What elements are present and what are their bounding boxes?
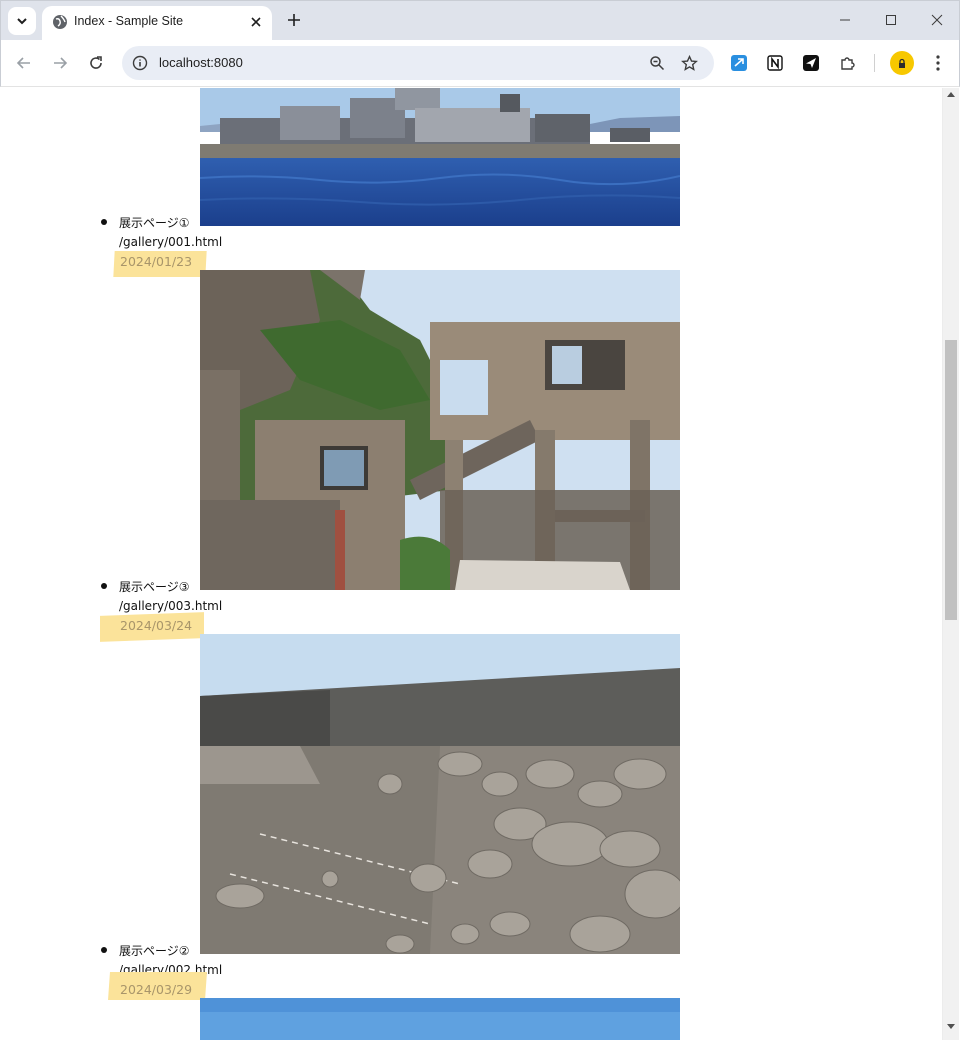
tab-close-button[interactable] — [246, 12, 266, 32]
gallery-photo-sky[interactable] — [200, 998, 680, 1040]
minimize-button[interactable] — [832, 9, 858, 31]
address-bar[interactable]: localhost:8080 — [122, 46, 714, 80]
entry-title-link[interactable]: 展示ページ③ — [119, 578, 190, 595]
plus-icon — [288, 14, 300, 26]
globe-icon — [53, 15, 67, 29]
seawall-photo-image — [200, 634, 680, 954]
url-text[interactable]: localhost:8080 — [159, 55, 243, 70]
gallery-photo-seawall[interactable] — [200, 634, 680, 954]
forward-button[interactable] — [48, 51, 72, 75]
zoom-button[interactable] — [647, 53, 667, 73]
maximize-button[interactable] — [878, 9, 904, 31]
info-icon — [132, 55, 148, 71]
close-icon — [931, 14, 943, 26]
list-bullet — [101, 947, 107, 953]
page-viewport: 展示ページ① /gallery/001.html 2024/01/23 展示ペー… — [1, 88, 942, 1040]
extension-app-icon — [731, 55, 747, 71]
minimize-icon — [840, 19, 850, 21]
tab-strip: Index - Sample Site — [0, 0, 960, 41]
entry-title-link[interactable]: 展示ページ① — [119, 214, 190, 231]
bookmark-button[interactable] — [679, 53, 699, 73]
extensions-button[interactable] — [838, 53, 858, 73]
notion-extension-button[interactable] — [765, 53, 785, 73]
avatar-icon — [899, 58, 905, 68]
site-info-button[interactable] — [130, 53, 150, 73]
send-extension-button[interactable] — [801, 53, 821, 73]
maximize-icon — [886, 15, 896, 25]
scrollbar-thumb[interactable] — [945, 340, 957, 620]
gallery-photo-ruins[interactable] — [200, 270, 680, 590]
new-tab-button[interactable] — [283, 9, 305, 31]
send-icon — [803, 55, 819, 71]
ruins-photo-image — [200, 270, 680, 590]
window-close-button[interactable] — [924, 9, 950, 31]
page-scrollbar[interactable] — [942, 88, 959, 1040]
entry-date: 2024/03/29 — [120, 982, 193, 997]
zoom-out-icon — [650, 56, 665, 71]
reload-button[interactable] — [84, 51, 108, 75]
active-tab[interactable]: Index - Sample Site — [42, 6, 272, 41]
tab-title: Index - Sample Site — [74, 14, 184, 28]
back-button[interactable] — [12, 51, 36, 75]
scroll-up-arrow-icon[interactable] — [947, 91, 955, 97]
gallery-photo-island[interactable] — [200, 88, 680, 226]
list-bullet — [101, 219, 107, 225]
browser-toolbar: localhost:8080 — [0, 40, 960, 87]
arrow-right-icon — [54, 57, 68, 69]
entry-title-link[interactable]: 展示ページ② — [119, 942, 190, 959]
browser-menu-button[interactable] — [927, 51, 949, 75]
notion-icon — [767, 55, 783, 71]
entry-date: 2024/01/23 — [120, 254, 193, 269]
reload-icon — [90, 56, 102, 69]
chevron-down-icon — [17, 18, 27, 25]
toolbar-divider — [874, 54, 875, 72]
tab-search-button[interactable] — [8, 7, 36, 35]
profile-button[interactable] — [890, 51, 914, 75]
list-bullet — [101, 583, 107, 589]
sky-photo-image — [200, 998, 680, 1040]
more-vertical-icon — [936, 55, 940, 71]
entry-path: /gallery/001.html — [119, 235, 223, 249]
extension-1-button[interactable] — [729, 53, 749, 73]
island-photo-image — [200, 88, 680, 226]
entry-date: 2024/03/24 — [120, 618, 193, 633]
close-icon — [251, 17, 261, 27]
entry-path: /gallery/003.html — [119, 599, 223, 613]
scroll-down-arrow-icon[interactable] — [947, 1024, 955, 1030]
arrow-left-icon — [16, 57, 30, 69]
puzzle-icon — [841, 57, 855, 70]
star-icon — [680, 54, 698, 71]
